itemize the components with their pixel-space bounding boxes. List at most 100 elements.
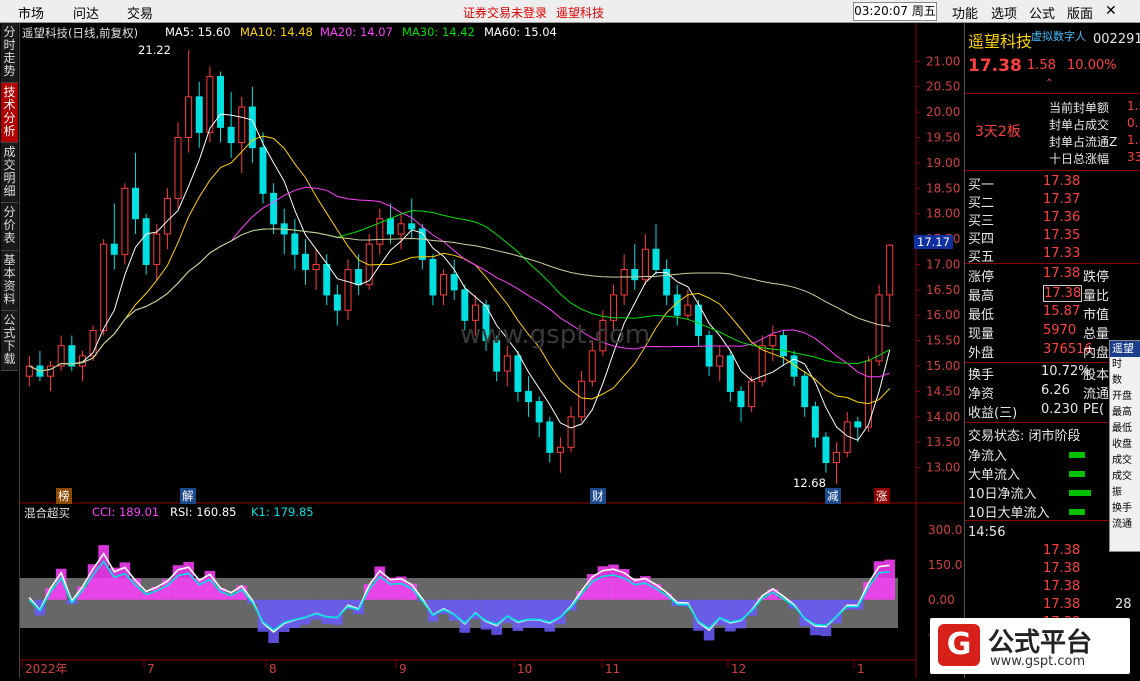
- candle-body: [801, 375, 809, 408]
- price-tick-label: 16.00: [926, 308, 960, 322]
- candle-body: [705, 335, 713, 367]
- bid-label: 买二: [968, 196, 995, 211]
- ten-day-gain-value: 33.: [1127, 150, 1140, 164]
- seal-amount-label: 当前封单额: [1049, 101, 1110, 115]
- price-tick-label: 19.50: [926, 130, 960, 144]
- popup-row: 振: [1112, 487, 1122, 498]
- candle-body: [684, 304, 692, 316]
- event-tag-jian[interactable]: 减: [825, 488, 841, 504]
- popup-row: 成交: [1112, 471, 1132, 482]
- candle-body: [610, 294, 618, 321]
- close-icon[interactable]: ✕: [1105, 3, 1117, 19]
- quote-label-2: 市值: [1083, 308, 1110, 323]
- candle-body: [429, 258, 437, 296]
- flow-label: 10日大单流入: [968, 506, 1050, 521]
- low-annotation: 12.68: [793, 476, 826, 490]
- quote-label: 最高: [968, 289, 995, 304]
- rsi-legend: RSI: 160.85: [170, 505, 237, 519]
- candle-body: [875, 294, 883, 362]
- menu-layout[interactable]: 版面: [1067, 3, 1093, 22]
- bid-price[interactable]: 17.35: [1043, 228, 1080, 243]
- price-tick-label: 20.50: [926, 80, 960, 94]
- bid-price[interactable]: 17.36: [1043, 210, 1080, 225]
- quote-value: 17.38: [1043, 285, 1083, 302]
- indicator-tick-label: 300.0: [928, 523, 962, 537]
- bid-price[interactable]: 17.38: [1043, 174, 1080, 189]
- indicator-name[interactable]: 混合超买: [24, 505, 70, 521]
- candle-body: [47, 365, 55, 377]
- indicator-tick-label: 0.00: [928, 593, 955, 607]
- tab-fundamentals[interactable]: 基本资料: [1, 251, 18, 311]
- candle-body: [631, 269, 639, 281]
- candle-body: [503, 355, 511, 372]
- event-tag-zhang[interactable]: 涨: [874, 488, 890, 504]
- expand-icon[interactable]: ⌃: [1045, 78, 1053, 89]
- popup-row: 成交: [1112, 455, 1132, 466]
- candle-body: [833, 451, 841, 464]
- menu-formula[interactable]: 公式: [1029, 3, 1055, 22]
- menu-options[interactable]: 选项: [991, 3, 1017, 22]
- price-tick-label: 13.00: [926, 461, 960, 475]
- time-tick-label: 11: [605, 662, 620, 676]
- time-tick-label: 12: [731, 662, 746, 676]
- watermark-url: www.gspt.com: [460, 320, 650, 350]
- bid-price[interactable]: 17.37: [1043, 192, 1080, 207]
- quote-label: 最低: [968, 308, 995, 323]
- price-tick-label: 20.00: [926, 105, 960, 119]
- bid-label: 买三: [968, 214, 995, 229]
- tab-trades[interactable]: 成交明细: [1, 143, 18, 203]
- fund-label-2: PE(: [1083, 402, 1105, 417]
- tick-volume: 28: [1115, 597, 1132, 612]
- ma10-legend: MA10: 14.48: [240, 25, 313, 39]
- price-tick-label: 21.00: [926, 54, 960, 68]
- event-tag-cai[interactable]: 财: [590, 488, 606, 504]
- seal-amount-value: 1.5: [1127, 99, 1140, 113]
- candle-body: [663, 269, 671, 296]
- stock-link[interactable]: 遥望科技: [556, 4, 604, 21]
- quote-value: 15.87: [1043, 304, 1081, 319]
- candle-body: [206, 76, 214, 133]
- brand-badge: G 公式平台 www.gspt.com: [930, 618, 1130, 674]
- high-annotation: 21.22: [138, 43, 171, 57]
- tick-time: 14:56: [968, 525, 1006, 540]
- kline-chart[interactable]: 21.0020.5020.0019.5019.0018.5018.0017.50…: [20, 23, 964, 678]
- flow-label: 净流入: [968, 449, 1008, 464]
- candle-body: [779, 335, 787, 357]
- tab-formula-download[interactable]: 公式下载: [1, 311, 18, 371]
- tab-intraday[interactable]: 分时走势: [1, 23, 18, 83]
- event-tag-bang[interactable]: 榜: [56, 488, 72, 504]
- menu-market[interactable]: 市场: [18, 3, 44, 22]
- tab-price-table[interactable]: 分价表: [1, 203, 18, 251]
- candle-body: [323, 263, 331, 296]
- left-tab-bar: 分时走势 技术分析 成交明细 分价表 基本资料 公式下载: [0, 23, 20, 678]
- clock: 03:20:07 周五: [853, 2, 937, 21]
- login-notice[interactable]: 证券交易未登录: [463, 4, 547, 21]
- seal-turnover-value: 0.1: [1127, 116, 1140, 130]
- info-popup[interactable]: 遥望 时数开盘 最高 最低 收盘 成交 成交振换手 流通: [1109, 340, 1140, 552]
- brand-url: www.gspt.com: [990, 654, 1086, 669]
- quote-label-2: 跌停: [1083, 270, 1110, 285]
- candle-body: [652, 248, 660, 271]
- event-tag-jie[interactable]: 解: [180, 488, 196, 504]
- candle-body: [535, 401, 543, 423]
- menu-function[interactable]: 功能: [952, 3, 978, 22]
- price-tick-label: 17.00: [926, 257, 960, 271]
- tick-price: 17.38: [1043, 579, 1081, 594]
- candle-body: [195, 96, 203, 133]
- menu-trade[interactable]: 交易: [127, 3, 153, 22]
- ma60-legend: MA60: 15.04: [484, 25, 557, 39]
- candle-body: [408, 223, 416, 230]
- popup-rows: 时数开盘 最高 最低 收盘 成交 成交振换手 流通: [1110, 357, 1140, 533]
- brand-logo-icon: G: [938, 624, 980, 666]
- menu-wenda[interactable]: 问达: [73, 3, 99, 22]
- candle-body: [546, 421, 554, 453]
- concept-tag[interactable]: 虚拟数字人: [1031, 28, 1086, 44]
- candle-body: [737, 390, 745, 408]
- fund-label: 收益(三): [968, 406, 1018, 421]
- candle-body: [641, 248, 649, 281]
- candle-body: [726, 355, 734, 392]
- price-tick-label: 18.50: [926, 181, 960, 195]
- bid-price[interactable]: 17.33: [1043, 246, 1080, 261]
- fund-value: 0.230: [1041, 402, 1079, 417]
- tab-technical[interactable]: 技术分析: [1, 83, 18, 143]
